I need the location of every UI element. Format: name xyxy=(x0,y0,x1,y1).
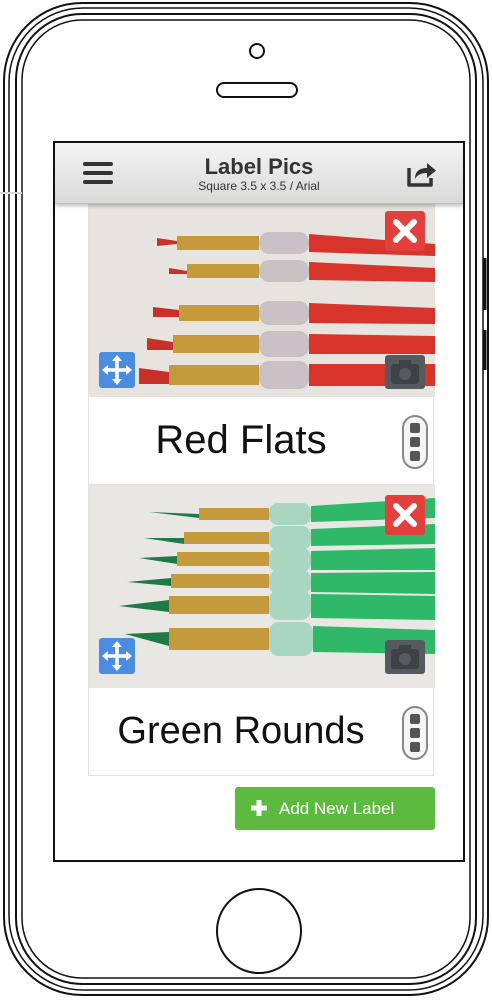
label-photo xyxy=(89,486,435,688)
add-new-label-text: Add New Label xyxy=(279,799,395,818)
more-vertical-icon[interactable] xyxy=(402,415,428,469)
label-photo xyxy=(89,204,435,397)
plus-icon xyxy=(251,800,267,816)
camera-icon[interactable] xyxy=(385,355,425,389)
hamburger-menu-icon[interactable] xyxy=(83,162,113,186)
close-icon xyxy=(393,503,417,527)
home-button[interactable] xyxy=(216,888,302,974)
label-name-row: Green Rounds xyxy=(89,688,433,775)
add-new-label-button[interactable]: Add New Label xyxy=(235,787,435,830)
app-header: Label Pics Square 3.5 x 3.5 / Arial xyxy=(55,143,463,204)
label-name: Green Rounds xyxy=(117,710,365,752)
page-title: Label Pics xyxy=(204,154,314,179)
move-icon[interactable] xyxy=(99,352,135,388)
delete-label-button[interactable] xyxy=(385,495,425,535)
page-subtitle: Square 3.5 x 3.5 / Arial xyxy=(198,179,320,193)
phone-screen: Label Pics Square 3.5 x 3.5 / Arial Red … xyxy=(53,141,465,862)
label-card: Red Flats xyxy=(88,203,435,485)
earpiece-speaker xyxy=(216,82,298,98)
move-icon[interactable] xyxy=(99,638,135,674)
divider xyxy=(0,192,22,194)
title-block: Label Pics Square 3.5 x 3.5 / Arial xyxy=(145,154,373,194)
label-name: Red Flats xyxy=(155,418,327,462)
more-vertical-icon[interactable] xyxy=(402,706,428,760)
camera-icon[interactable] xyxy=(385,640,425,674)
camera-lens xyxy=(249,43,265,59)
share-icon[interactable] xyxy=(405,160,437,188)
label-card: Green Rounds xyxy=(88,485,435,776)
close-icon xyxy=(393,219,417,243)
label-list: Red Flats Green Rounds xyxy=(88,203,435,776)
delete-label-button[interactable] xyxy=(385,211,425,251)
label-name-row: Red Flats xyxy=(89,397,433,484)
